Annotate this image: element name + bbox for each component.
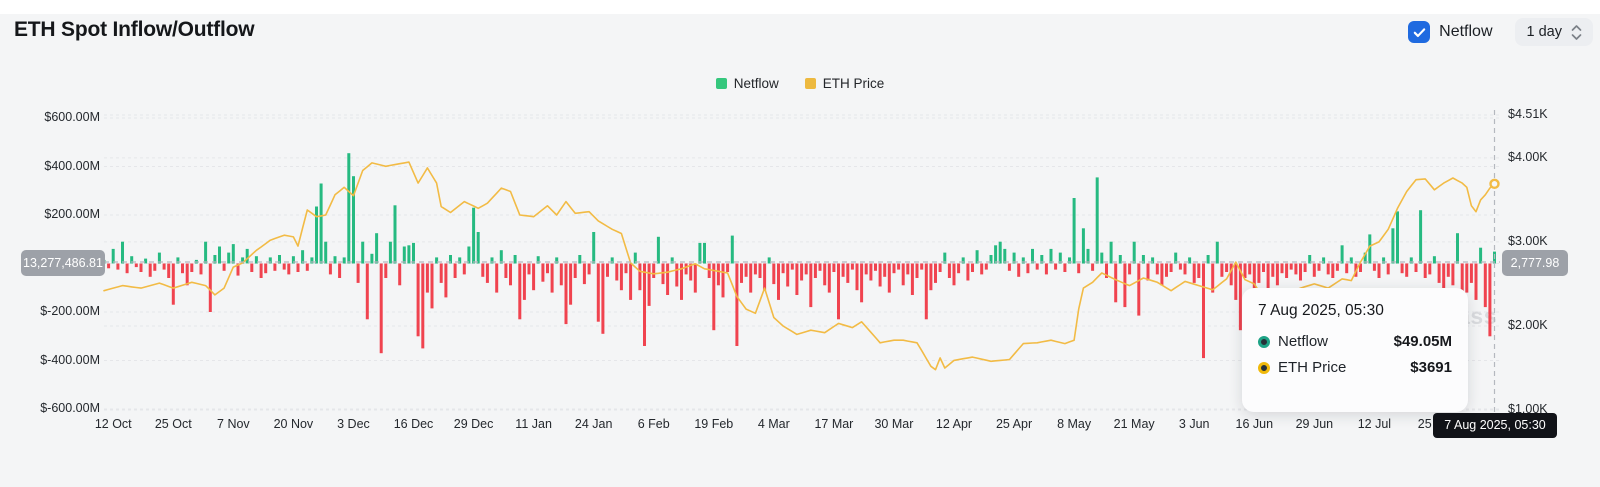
tooltip-eth-price-label: ETH Price [1278, 359, 1346, 376]
y-axis-label-right: $2.00K [1508, 318, 1588, 332]
crosshair-date-pill: 7 Aug 2025, 05:30 [1433, 413, 1557, 438]
tooltip-row-netflow: Netflow $49.05M [1258, 333, 1452, 350]
y-axis-label-right: $4.00K [1508, 150, 1588, 164]
y-axis-label-right: $3.00K [1508, 234, 1588, 248]
chart-plot-area[interactable] [0, 0, 1600, 487]
crosshair-right-value-badge: 2,777.98 [1502, 250, 1568, 276]
tooltip-eth-price-value: $3691 [1410, 359, 1452, 376]
eth-spot-inflow-outflow-page: ETH Spot Inflow/Outflow Netflow 1 day Ne… [0, 0, 1600, 487]
y-axis-label-left: $400.00M [0, 159, 100, 173]
tooltip-netflow-value: $49.05M [1394, 333, 1452, 350]
y-axis-label-left: $-400.00M [0, 353, 100, 367]
y-axis-label-left: $-600.00M [0, 401, 100, 415]
y-axis-label-right: $4.51K [1508, 107, 1588, 121]
y-axis-label-left: $-200.00M [0, 304, 100, 318]
netflow-dot-icon [1258, 336, 1270, 348]
tooltip-netflow-label: Netflow [1278, 333, 1328, 350]
eth-price-dot-icon [1258, 362, 1270, 374]
y-axis-label-left: $200.00M [0, 207, 100, 221]
chart-tooltip: 7 Aug 2025, 05:30 Netflow $49.05M ETH Pr… [1242, 288, 1468, 412]
tooltip-row-eth-price: ETH Price $3691 [1258, 359, 1452, 376]
crosshair-left-value-badge: 13,277,486.81 [21, 250, 105, 276]
tooltip-date: 7 Aug 2025, 05:30 [1258, 302, 1452, 320]
y-axis-label-left: $600.00M [0, 110, 100, 124]
